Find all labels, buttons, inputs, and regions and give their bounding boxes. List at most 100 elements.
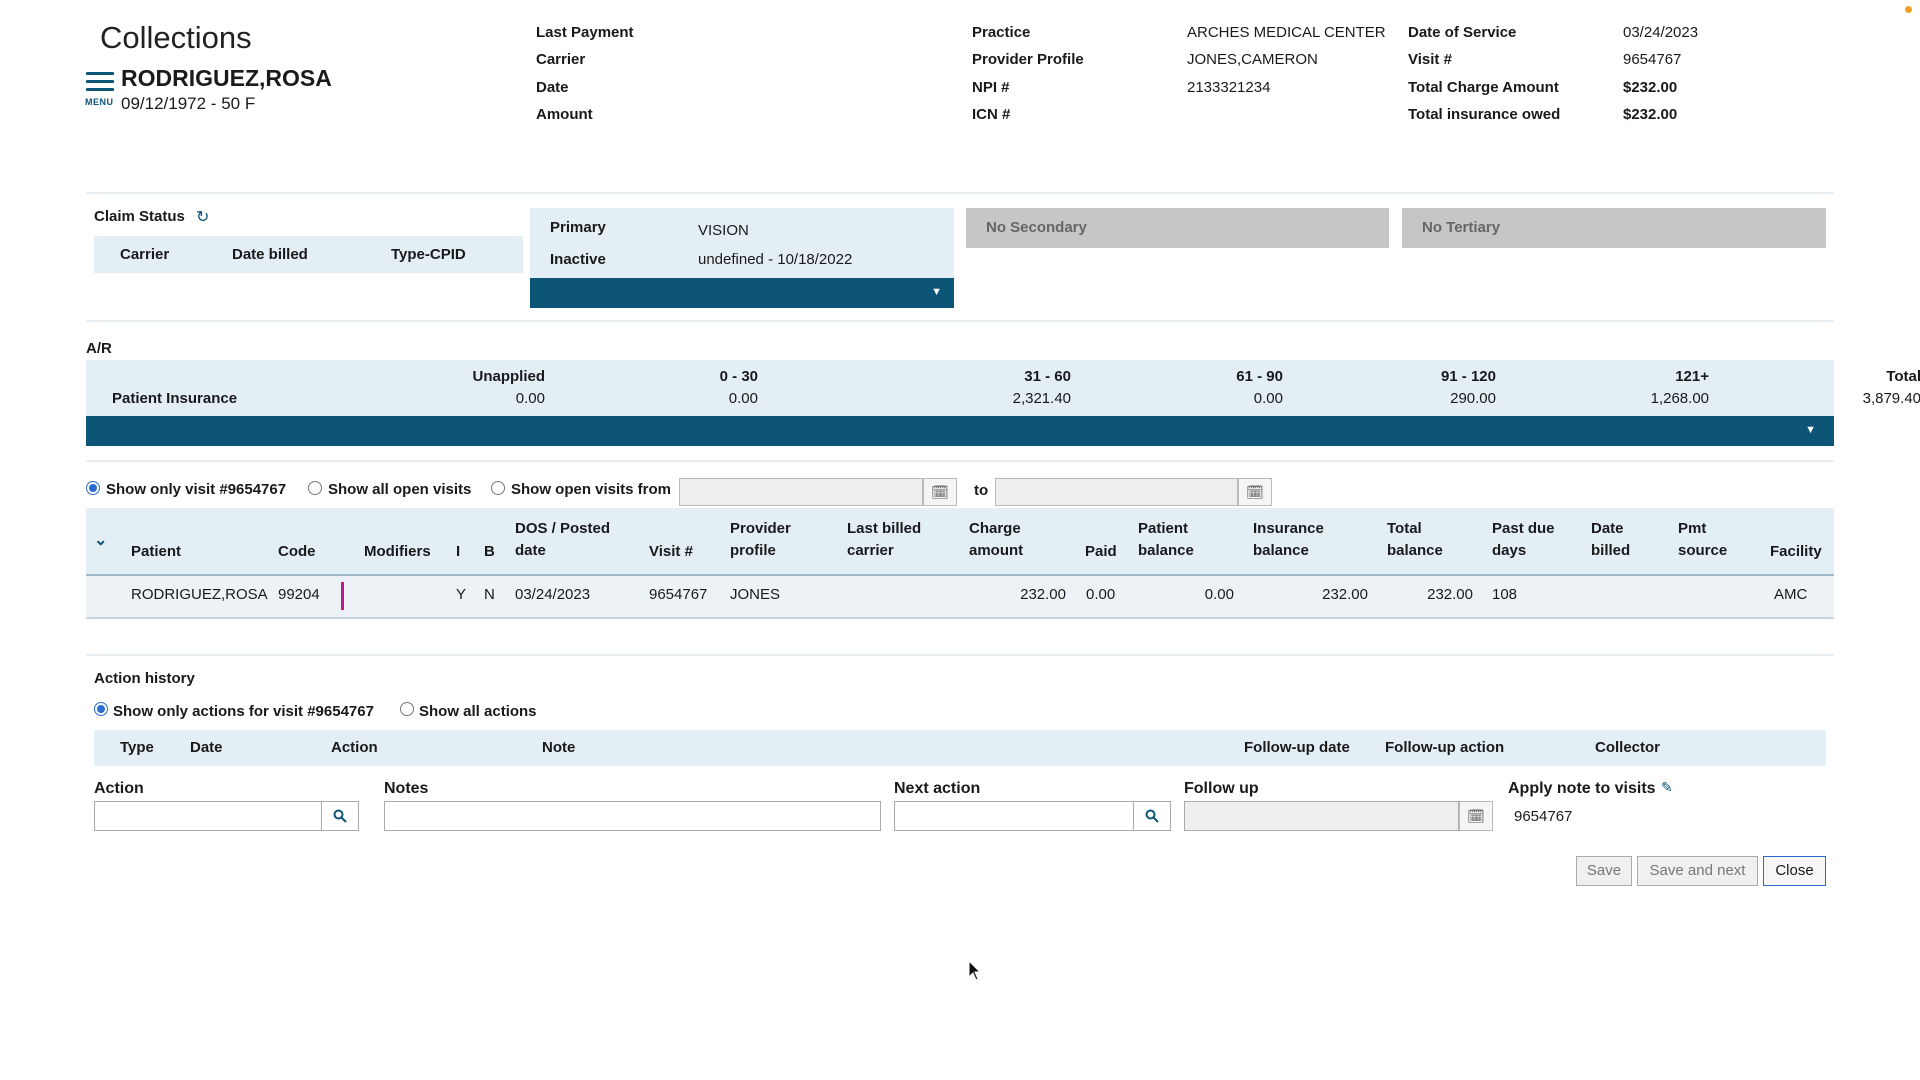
action-history-title: Action history xyxy=(94,670,195,687)
tertiary-label: No Tertiary xyxy=(1422,219,1501,236)
primary-value: VISION xyxy=(698,222,749,239)
from-date-input[interactable] xyxy=(679,478,923,506)
action-input[interactable] xyxy=(94,801,323,831)
th-provider: Provider profile xyxy=(730,520,791,559)
tertiary-insurance-card: No Tertiary xyxy=(1402,208,1826,248)
cell-facility: AMC xyxy=(1774,586,1808,603)
ar-col-61-90: 61 - 90 xyxy=(1236,368,1283,385)
apply-note-label: Apply note to visits xyxy=(1508,780,1656,797)
save-and-next-button[interactable]: Save and next xyxy=(1637,856,1758,886)
col-date-billed: Date billed xyxy=(232,246,308,263)
menu-icon[interactable] xyxy=(86,72,114,96)
cell-insurance-balance: 232.00 xyxy=(1322,586,1368,603)
ar-val-total: 3,879.40 xyxy=(1862,390,1920,407)
th-modifiers: Modifiers xyxy=(364,543,431,560)
ar-val-61-90: 0.00 xyxy=(1253,390,1283,407)
cell-b: N xyxy=(484,586,495,603)
total-insurance-value: $232.00 xyxy=(1623,106,1678,123)
calendar-icon[interactable]: 🗓 xyxy=(923,478,957,506)
action-history-header: Type Date Action Note Follow-up date Fol… xyxy=(94,730,1826,766)
radio-show-only-visit[interactable] xyxy=(86,481,100,495)
radio-all-actions[interactable] xyxy=(400,702,414,716)
secondary-insurance-card: No Secondary xyxy=(966,208,1389,248)
radio-show-open-from[interactable] xyxy=(491,481,505,495)
divider xyxy=(86,460,1834,462)
ah-col-date: Date xyxy=(190,739,223,756)
primary-expand-bar[interactable]: ▼ xyxy=(530,278,954,308)
primary-label: Primary xyxy=(550,219,606,236)
th-visit: Visit # xyxy=(649,543,693,560)
next-action-label: Next action xyxy=(894,780,981,797)
radio-show-all-open-label[interactable]: Show all open visits xyxy=(328,481,471,498)
follow-up-label: Follow up xyxy=(1184,780,1259,797)
date-label: Date xyxy=(536,79,569,96)
carrier-label: Carrier xyxy=(536,51,586,68)
caret-down-icon[interactable]: ▼ xyxy=(931,286,942,298)
caret-down-icon[interactable]: ▼ xyxy=(1805,424,1816,436)
apply-note-visit: 9654767 xyxy=(1514,808,1573,825)
ah-col-note: Note xyxy=(542,739,576,756)
radio-actions-for-visit[interactable] xyxy=(94,702,108,716)
next-action-input[interactable] xyxy=(894,801,1134,831)
cell-patient-balance: 0.00 xyxy=(1204,586,1234,603)
th-dos: DOS / Posted date xyxy=(515,520,611,559)
patient-name: RODRIGUEZ,ROSA xyxy=(121,65,332,91)
ah-col-type: Type xyxy=(120,739,154,756)
total-charge-value: $232.00 xyxy=(1623,79,1678,96)
th-total-balance: Total balance xyxy=(1387,520,1443,559)
refresh-icon[interactable]: ↻ xyxy=(196,207,209,227)
th-pmt-source: Pmt source xyxy=(1678,520,1728,559)
radio-actions-for-visit-label[interactable]: Show only actions for visit #9654767 xyxy=(113,703,374,720)
radio-show-only-visit-label[interactable]: Show only visit #9654767 xyxy=(106,481,286,498)
chevron-down-icon[interactable]: ⌄ xyxy=(94,530,107,550)
divider xyxy=(86,192,1834,194)
radio-show-all-open[interactable] xyxy=(308,481,322,495)
practice-value: ARCHES MEDICAL CENTER xyxy=(1187,24,1386,41)
ar-col-unapplied: Unapplied xyxy=(472,368,545,385)
primary-insurance-card[interactable]: Primary VISION Inactive undefined - 10/1… xyxy=(530,208,954,278)
follow-up-date-input[interactable] xyxy=(1184,801,1459,831)
provider-profile-label: Provider Profile xyxy=(972,51,1084,68)
calendar-icon[interactable]: 🗓 xyxy=(1238,478,1272,506)
calendar-icon[interactable]: 🗓 xyxy=(1459,801,1493,831)
notes-textarea[interactable] xyxy=(384,801,881,831)
visit-label: Visit # xyxy=(1408,51,1452,68)
pencil-icon[interactable]: ✎ xyxy=(1661,779,1673,796)
total-insurance-label: Total insurance owed xyxy=(1408,106,1561,123)
ah-col-collector: Collector xyxy=(1595,739,1661,756)
th-b: B xyxy=(484,543,495,560)
claim-status-header: Carrier Date billed Type-CPID xyxy=(94,236,523,273)
save-button[interactable]: Save xyxy=(1576,856,1632,886)
ar-title: A/R xyxy=(86,340,112,357)
ar-val-91-120: 290.00 xyxy=(1450,390,1496,407)
ar-col-total: Total xyxy=(1886,368,1920,385)
table-row[interactable]: RODRIGUEZ,ROSA 99204 Y N 03/24/2023 9654… xyxy=(86,576,1834,619)
ah-col-followup-date: Follow-up date xyxy=(1244,739,1350,756)
to-date-input[interactable] xyxy=(995,478,1238,506)
dos-value: 03/24/2023 xyxy=(1623,24,1699,41)
menu-label[interactable]: MENU xyxy=(85,97,114,107)
visit-value: 9654767 xyxy=(1623,51,1682,68)
notes-label: Notes xyxy=(384,780,429,797)
amount-label: Amount xyxy=(536,106,593,123)
cell-charge: 232.00 xyxy=(1020,586,1066,603)
notification-dot xyxy=(1905,6,1912,13)
close-button[interactable]: Close xyxy=(1763,856,1826,886)
search-icon[interactable] xyxy=(1133,801,1171,831)
th-i: I xyxy=(456,543,461,560)
inactive-label: Inactive xyxy=(550,251,606,268)
inactive-value: undefined - 10/18/2022 xyxy=(698,251,853,268)
radio-all-actions-label[interactable]: Show all actions xyxy=(419,703,537,720)
th-charge: Charge amount xyxy=(969,520,1024,559)
page-title: Collections xyxy=(100,20,252,55)
radio-show-open-from-label[interactable]: Show open visits from xyxy=(511,481,671,498)
ar-expand-bar[interactable]: ▼ xyxy=(86,416,1834,446)
search-icon[interactable] xyxy=(321,801,359,831)
th-insurance-balance: Insurance balance xyxy=(1253,520,1324,559)
ar-summary: Patient Insurance Unapplied 0.00 0 - 30 … xyxy=(86,360,1920,416)
to-label: to xyxy=(974,482,989,499)
action-label: Action xyxy=(94,780,144,797)
th-facility: Facility xyxy=(1770,543,1822,560)
dos-label: Date of Service xyxy=(1408,24,1517,41)
cell-total-balance: 232.00 xyxy=(1427,586,1473,603)
